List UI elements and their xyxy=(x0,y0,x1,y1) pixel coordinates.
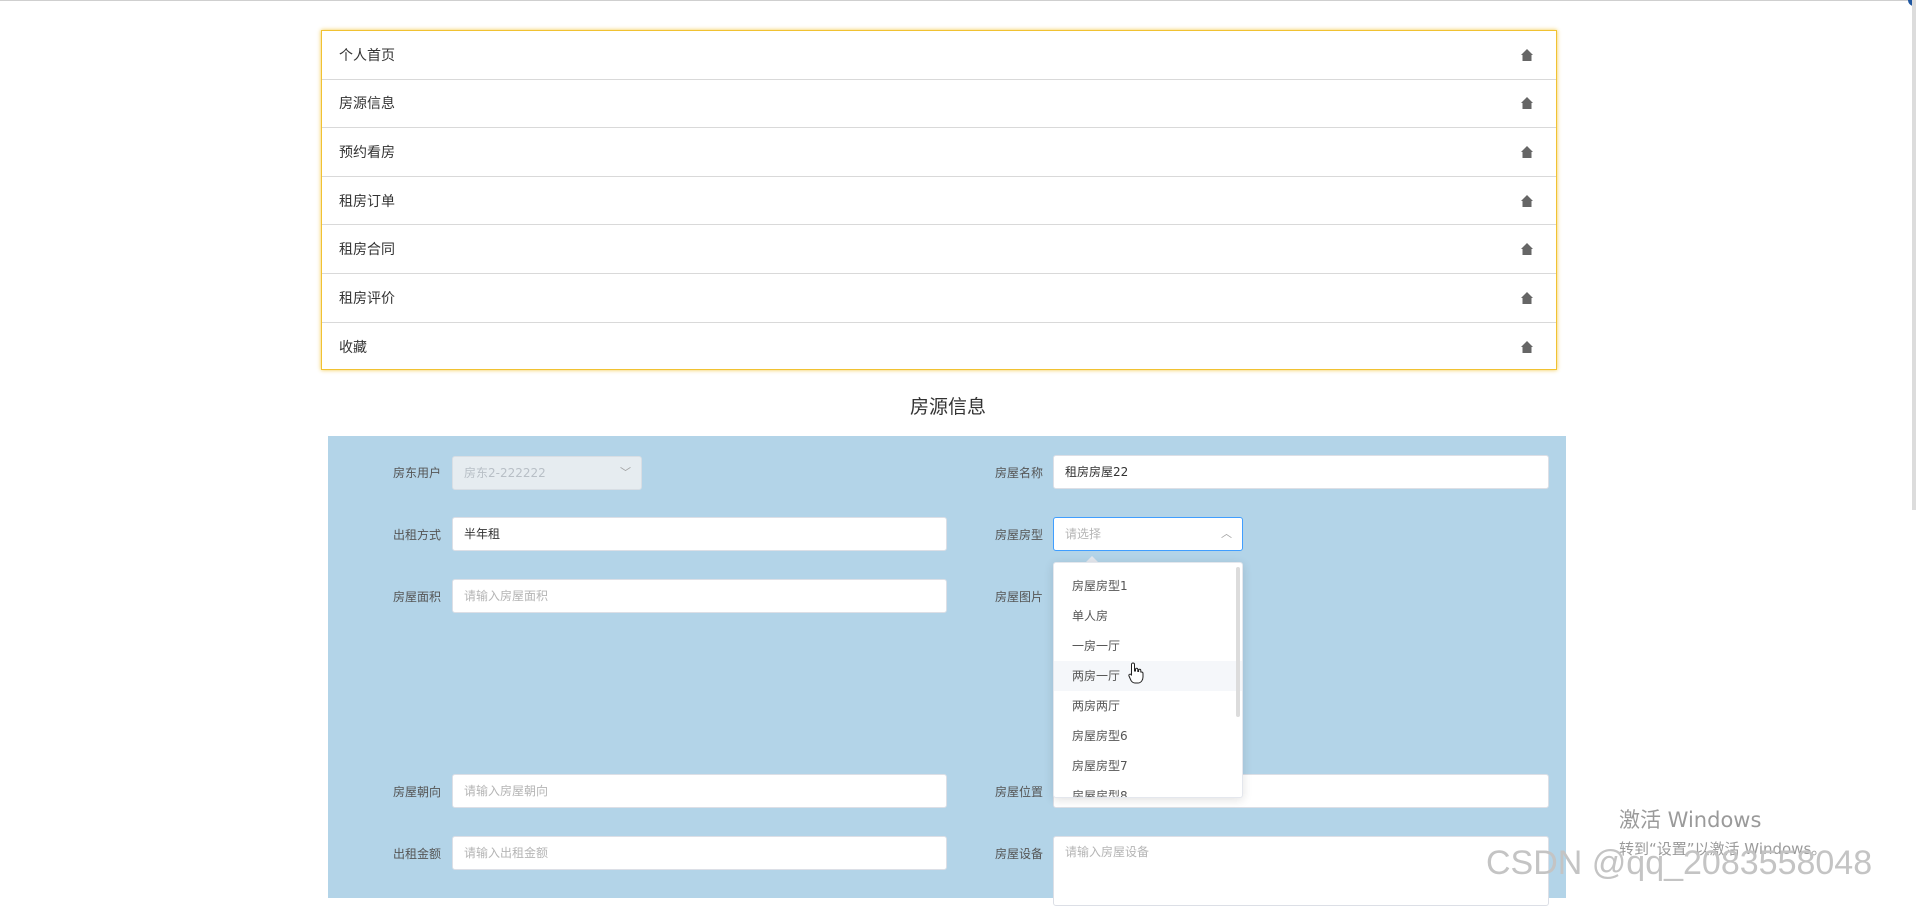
house-name-input[interactable]: 租房房屋22 xyxy=(1053,455,1549,489)
dropdown-option[interactable]: 两房两厅 xyxy=(1054,691,1242,721)
house-location-label: 房屋位置 xyxy=(994,785,1043,799)
menu-item-label: 房源信息 xyxy=(339,96,395,113)
page-title: 房源信息 xyxy=(909,396,986,418)
house-orientation-input[interactable]: 请输入房屋朝向 xyxy=(452,774,947,808)
house-name-label: 房屋名称 xyxy=(994,466,1043,480)
home-icon xyxy=(1521,291,1533,304)
menu-item-home[interactable]: 个人首页 xyxy=(322,31,1556,80)
dropdown-option[interactable]: 单人房 xyxy=(1054,601,1242,631)
rent-amount-placeholder: 请输入出租金额 xyxy=(464,846,549,860)
menu-item-label: 个人首页 xyxy=(339,47,395,64)
house-equipment-placeholder: 请输入房屋设备 xyxy=(1065,845,1150,859)
chevron-down-icon: ﹀ xyxy=(620,466,631,479)
dropdown-option[interactable]: 房屋房型7 xyxy=(1054,751,1242,781)
rent-amount-label: 出租金额 xyxy=(392,847,441,861)
menu-item-label: 租房评价 xyxy=(339,290,395,307)
menu-item-viewing[interactable]: 预约看房 xyxy=(322,128,1556,177)
hand-cursor-icon xyxy=(1128,662,1144,684)
home-icon xyxy=(1521,145,1533,158)
house-area-input[interactable]: 请输入房屋面积 xyxy=(452,579,947,613)
menu-item-contracts[interactable]: 租房合同 xyxy=(322,225,1556,274)
home-icon xyxy=(1521,194,1533,207)
house-type-dropdown: 房屋房型1 单人房 一房一厅 两房一厅 两房两厅 房屋房型6 房屋房型7 房屋房… xyxy=(1053,562,1243,798)
rent-amount-input[interactable]: 请输入出租金额 xyxy=(452,836,947,870)
house-orientation-label: 房屋朝向 xyxy=(392,785,441,799)
home-icon xyxy=(1521,340,1533,353)
menu-item-label: 收藏 xyxy=(339,339,367,356)
dropdown-scrollbar[interactable] xyxy=(1236,567,1240,717)
csdn-watermark: CSDN @qq_2083558048 xyxy=(1486,844,1873,882)
rent-mode-input[interactable]: 半年租 xyxy=(452,517,947,551)
dropdown-option-hovered[interactable]: 两房一厅 xyxy=(1054,661,1242,691)
house-area-placeholder: 请输入房屋面积 xyxy=(464,589,549,603)
dropdown-option[interactable]: 房屋房型1 xyxy=(1054,571,1242,601)
landlord-user-label: 房东用户 xyxy=(392,466,441,480)
home-icon xyxy=(1521,97,1533,110)
menu-item-orders[interactable]: 租房订单 xyxy=(322,177,1556,226)
chevron-up-icon: ︿ xyxy=(1221,527,1232,540)
house-type-select[interactable]: 请选择 ︿ xyxy=(1053,517,1243,551)
landlord-user-value: 房东2-222222 xyxy=(464,466,546,480)
menu-item-label: 租房合同 xyxy=(339,242,395,259)
rent-mode-label: 出租方式 xyxy=(392,528,441,542)
dropdown-option[interactable]: 房屋房型8 xyxy=(1054,781,1242,797)
house-name-value: 租房房屋22 xyxy=(1065,465,1129,479)
top-divider xyxy=(0,0,1916,1)
menu-item-reviews[interactable]: 租房评价 xyxy=(322,274,1556,323)
menu-item-label: 预约看房 xyxy=(339,144,395,161)
nav-menu: 个人首页 房源信息 预约看房 租房订单 租房合同 租房评价 收藏 xyxy=(321,30,1557,370)
house-equipment-textarea[interactable]: 请输入房屋设备 xyxy=(1053,836,1549,906)
menu-item-listings[interactable]: 房源信息 xyxy=(322,80,1556,129)
page-scrollbar[interactable] xyxy=(1912,0,1916,510)
rent-mode-value: 半年租 xyxy=(464,527,501,541)
house-type-placeholder: 请选择 xyxy=(1065,527,1102,541)
house-type-label: 房屋房型 xyxy=(994,528,1043,542)
house-orientation-placeholder: 请输入房屋朝向 xyxy=(464,784,549,798)
landlord-user-select: 房东2-222222 ﹀ xyxy=(452,456,642,490)
home-icon xyxy=(1521,48,1533,61)
house-equipment-label: 房屋设备 xyxy=(994,847,1043,861)
house-image-label: 房屋图片 xyxy=(994,590,1043,604)
home-icon xyxy=(1521,243,1533,256)
house-area-label: 房屋面积 xyxy=(392,590,441,604)
menu-item-favorites[interactable]: 收藏 xyxy=(322,323,1556,372)
dropdown-option[interactable]: 一房一厅 xyxy=(1054,631,1242,661)
dropdown-option[interactable]: 房屋房型6 xyxy=(1054,721,1242,751)
activation-title: 激活 Windows xyxy=(1619,808,1762,832)
listing-form xyxy=(328,436,1566,898)
menu-item-label: 租房订单 xyxy=(339,193,395,210)
